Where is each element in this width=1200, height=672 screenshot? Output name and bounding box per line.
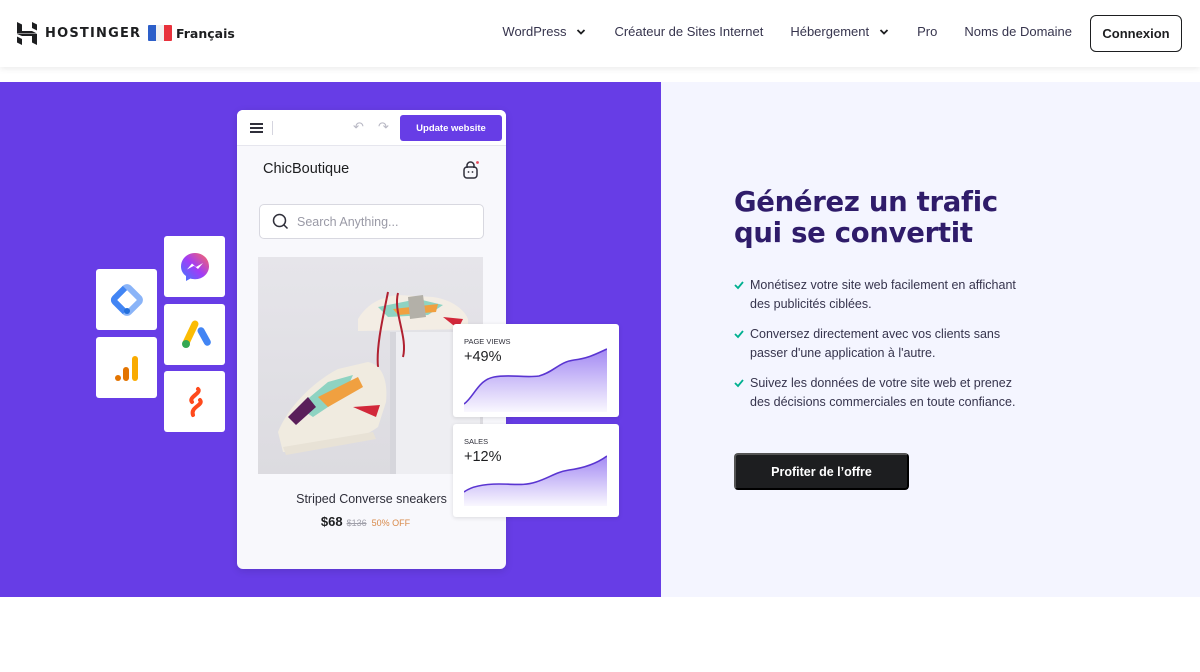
google-analytics-icon xyxy=(114,355,138,381)
page-views-sparkline xyxy=(464,348,607,412)
check-icon xyxy=(734,330,744,339)
site-header: HOSTINGER Français WordPress Créateur de… xyxy=(0,0,1200,67)
redo-icon[interactable]: ↷ xyxy=(378,120,389,135)
feature-text: Conversez directement avec vos clients s… xyxy=(750,327,1001,360)
check-icon xyxy=(734,281,744,290)
page-views-card: PAGE VIEWS +49% xyxy=(453,324,619,417)
language-label: Français xyxy=(176,25,235,41)
product-old-price: $136 xyxy=(346,518,367,528)
nav-label: Créateur de Sites Internet xyxy=(614,24,764,39)
integration-tile-tag-manager xyxy=(96,269,157,330)
language-selector[interactable]: Français xyxy=(148,25,235,41)
update-website-button[interactable]: Update website xyxy=(400,115,502,141)
feature-item: Monétisez votre site web facilement en a… xyxy=(734,276,1024,313)
product-image[interactable] xyxy=(258,257,483,474)
google-tag-manager-icon xyxy=(110,283,143,316)
nav-item-hosting[interactable]: Hébergement xyxy=(790,24,890,39)
nav-item-website-builder[interactable]: Créateur de Sites Internet xyxy=(614,24,763,39)
chevron-down-icon xyxy=(879,28,889,35)
sales-card: SALES +12% xyxy=(453,424,619,517)
nav-label: Pro xyxy=(917,24,938,39)
nav-item-pro[interactable]: Pro xyxy=(917,24,937,39)
zapier-like-icon xyxy=(188,386,203,417)
nav-item-wordpress[interactable]: WordPress xyxy=(502,24,587,39)
headline-line-1: Générez un trafic xyxy=(734,186,998,218)
hostinger-logo[interactable]: HOSTINGER xyxy=(16,22,141,45)
product-price: $68 xyxy=(320,514,343,529)
hostinger-logo-icon xyxy=(17,22,37,45)
store-search-input[interactable]: Search Anything... xyxy=(259,204,484,239)
brand-name: HOSTINGER xyxy=(45,26,142,41)
hero-headline: Générez un trafic qui se convertit xyxy=(734,187,998,249)
sales-sparkline xyxy=(464,455,607,506)
chevron-down-icon xyxy=(577,28,586,35)
shopping-bag-icon[interactable] xyxy=(462,160,480,180)
feature-list: Monétisez votre site web facilement en a… xyxy=(734,276,1024,423)
claim-offer-button[interactable]: Profiter de l’offre xyxy=(734,453,909,490)
feature-text: Suivez les données de votre site web et … xyxy=(750,376,1016,409)
headline-line-2: qui se convertit xyxy=(734,217,973,249)
integration-tile-google-ads xyxy=(164,304,225,365)
integration-tile-analytics xyxy=(96,337,157,398)
toolbar-divider xyxy=(272,121,273,135)
french-flag-icon xyxy=(148,25,172,41)
store-name: ChicBoutique xyxy=(263,161,350,177)
search-placeholder: Search Anything... xyxy=(297,214,399,229)
nav-label: Hébergement xyxy=(790,24,870,39)
feature-item: Conversez directement avec vos clients s… xyxy=(734,325,1024,362)
editor-toolbar: ↶ ↷ Update website xyxy=(237,110,506,146)
feature-item: Suivez les données de votre site web et … xyxy=(734,374,1024,411)
search-icon xyxy=(272,213,289,230)
nav-item-domains[interactable]: Noms de Domaine xyxy=(964,24,1072,39)
check-icon xyxy=(734,379,744,388)
login-button[interactable]: Connexion xyxy=(1090,15,1182,52)
integration-tile-automation xyxy=(164,371,225,432)
google-ads-icon xyxy=(181,320,211,348)
nav-label: WordPress xyxy=(502,24,567,39)
main-nav: WordPress Créateur de Sites Internet Héb… xyxy=(475,24,1072,39)
messenger-icon xyxy=(180,252,209,281)
undo-icon[interactable]: ↶ xyxy=(353,120,364,135)
integration-tile-messenger xyxy=(164,236,225,297)
sneakers-illustration xyxy=(278,291,480,474)
menu-icon[interactable] xyxy=(250,123,263,133)
product-discount-badge: 50% OFF xyxy=(371,518,411,528)
feature-text: Monétisez votre site web facilement en a… xyxy=(750,278,1016,311)
nav-label: Noms de Domaine xyxy=(964,24,1072,39)
